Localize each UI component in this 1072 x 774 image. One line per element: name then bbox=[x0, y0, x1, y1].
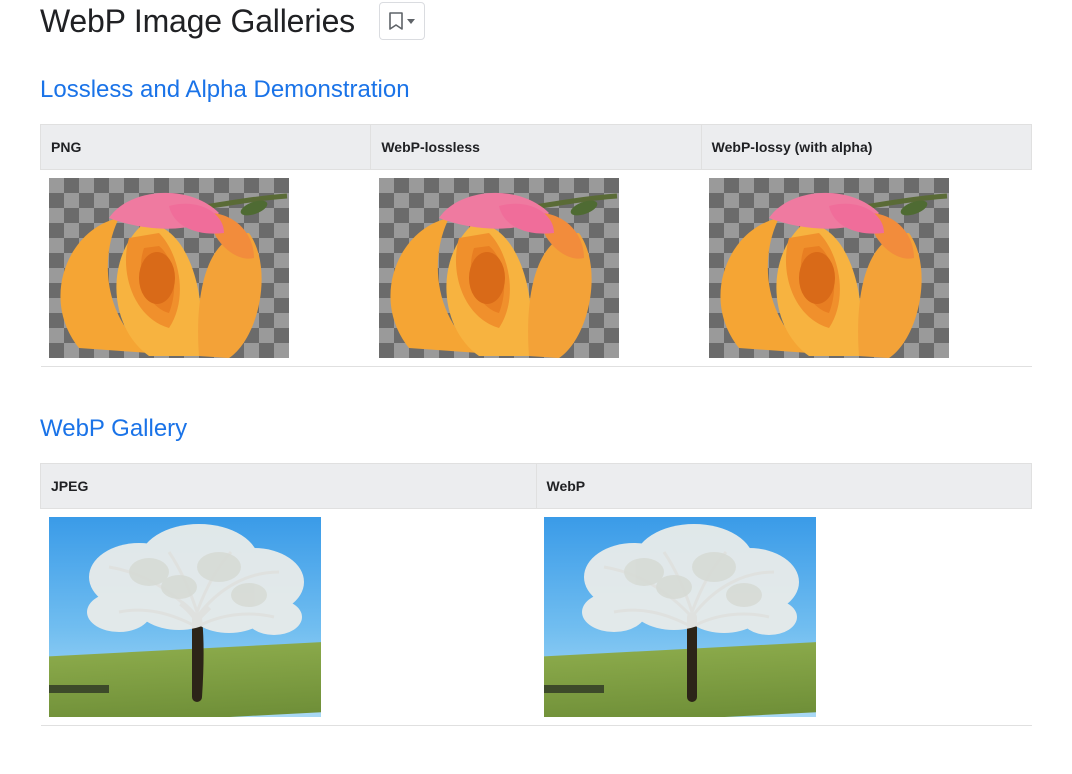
webp-gallery-table: JPEG WebP bbox=[40, 463, 1032, 726]
sample-image-rose-webp-lossless[interactable] bbox=[379, 178, 619, 358]
bookmark-icon bbox=[389, 12, 403, 30]
section-link-gallery[interactable]: WebP Gallery bbox=[40, 415, 187, 442]
rose-illustration bbox=[709, 178, 949, 358]
rose-illustration bbox=[379, 178, 619, 358]
section-heading-alpha: Lossless and Alpha Demonstration bbox=[40, 76, 1032, 104]
alpha-demo-table: PNG WebP-lossless WebP-lossy (with alpha… bbox=[40, 124, 1032, 367]
tree-illustration bbox=[544, 517, 816, 717]
chevron-down-icon bbox=[407, 19, 415, 24]
page-title: WebP Image Galleries bbox=[40, 3, 355, 40]
col-header-webp: WebP bbox=[536, 464, 1032, 509]
col-header-jpeg: JPEG bbox=[41, 464, 537, 509]
sample-image-rose-webp-lossy[interactable] bbox=[709, 178, 949, 358]
rose-illustration bbox=[49, 178, 289, 358]
section-link-alpha[interactable]: Lossless and Alpha Demonstration bbox=[40, 76, 410, 103]
section-heading-gallery: WebP Gallery bbox=[40, 415, 1032, 443]
col-header-webp-lossless: WebP-lossless bbox=[371, 125, 701, 170]
sample-image-tree-jpeg[interactable] bbox=[49, 517, 321, 717]
sample-image-tree-webp[interactable] bbox=[544, 517, 816, 717]
col-header-png: PNG bbox=[41, 125, 371, 170]
col-header-webp-lossy-alpha: WebP-lossy (with alpha) bbox=[701, 125, 1031, 170]
tree-illustration bbox=[49, 517, 321, 717]
sample-image-rose-png[interactable] bbox=[49, 178, 289, 358]
bookmark-dropdown-button[interactable] bbox=[379, 2, 425, 40]
